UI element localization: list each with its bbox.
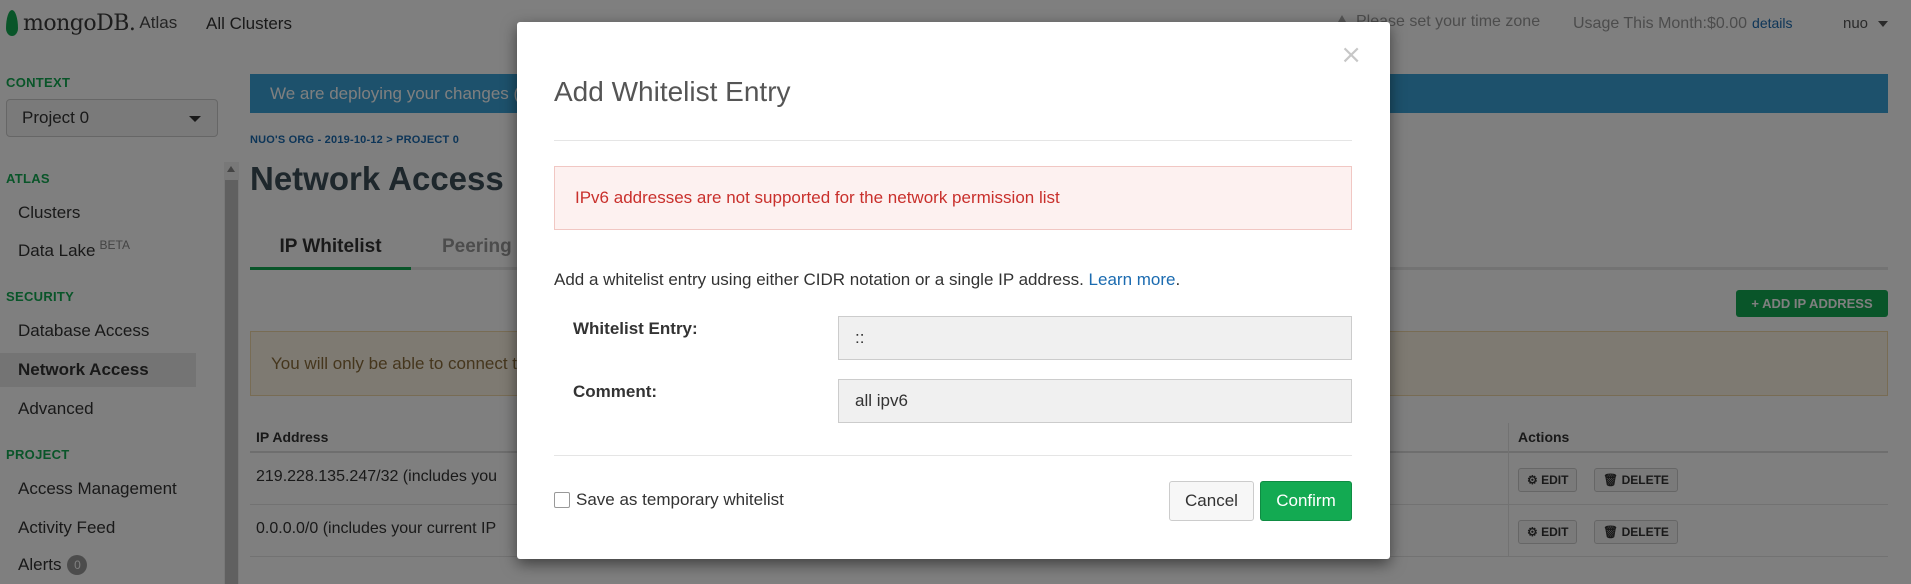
- ipv6-error-alert: IPv6 addresses are not supported for the…: [554, 166, 1352, 230]
- help-text: Add a whitelist entry using either CIDR …: [554, 270, 1181, 289]
- comment-input[interactable]: [838, 379, 1352, 423]
- temporary-whitelist-checkbox[interactable]: [554, 492, 570, 508]
- cancel-button[interactable]: Cancel: [1169, 481, 1254, 521]
- temporary-whitelist-label: Save as temporary whitelist: [576, 490, 784, 509]
- divider: [554, 140, 1352, 141]
- temporary-whitelist-option[interactable]: Save as temporary whitelist: [554, 490, 784, 510]
- comment-label: Comment:: [573, 382, 658, 401]
- divider: [554, 455, 1352, 456]
- learn-more-link[interactable]: Learn more: [1089, 270, 1176, 289]
- confirm-button[interactable]: Confirm: [1260, 481, 1352, 521]
- add-whitelist-entry-modal: × Add Whitelist Entry IPv6 addresses are…: [517, 22, 1390, 559]
- whitelist-entry-input[interactable]: [838, 316, 1352, 360]
- whitelist-entry-label: Whitelist Entry:: [573, 319, 698, 338]
- modal-title: Add Whitelist Entry: [554, 76, 791, 107]
- close-icon[interactable]: ×: [1340, 40, 1362, 70]
- help-text-body: Add a whitelist entry using either CIDR …: [554, 270, 1084, 289]
